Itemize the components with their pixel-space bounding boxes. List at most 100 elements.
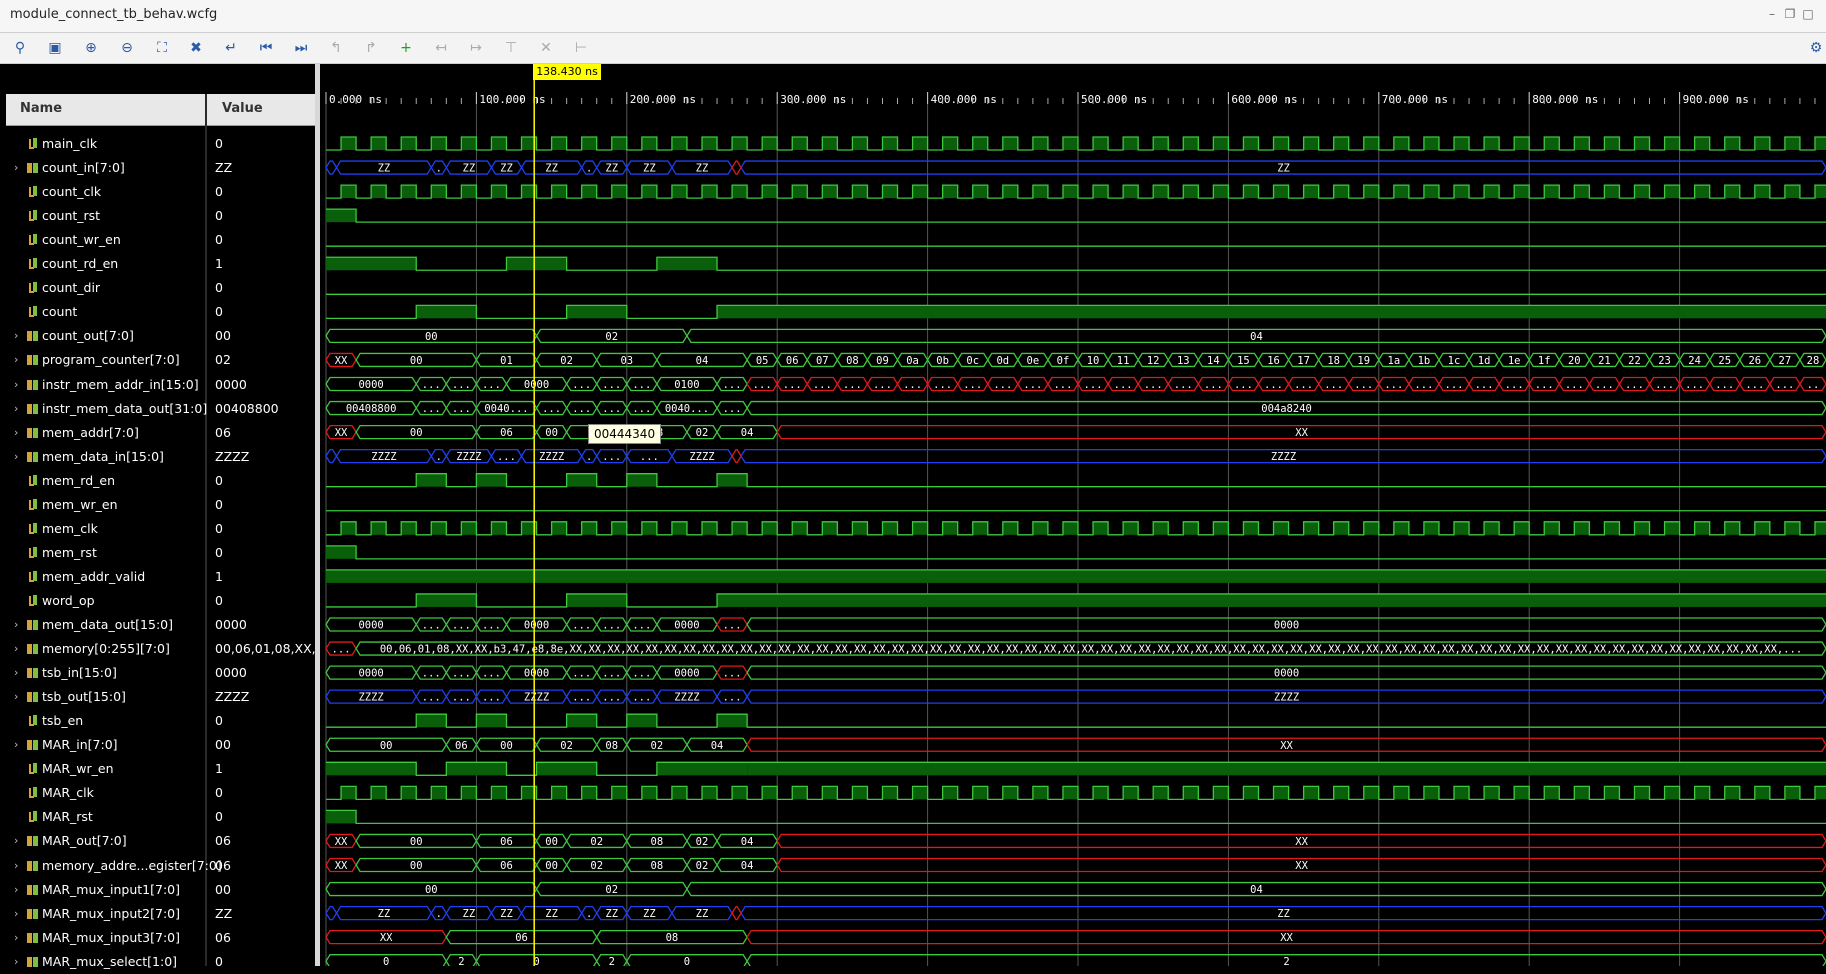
expand-arrow-icon[interactable]: › — [14, 859, 18, 872]
expand-arrow-icon[interactable]: › — [14, 450, 18, 463]
waveform-high-fill — [611, 786, 627, 800]
marker-range-icon[interactable]: ⊢ — [571, 38, 591, 58]
go-to-end-icon[interactable]: ⏭ — [291, 38, 311, 58]
zoom-out-icon[interactable]: ⊖ — [117, 38, 137, 58]
signal-row[interactable]: › MAR_in[7:0] 00 — [0, 733, 315, 757]
bus-value-label: 15 — [1237, 355, 1250, 367]
signal-row[interactable]: main_clk 0 — [0, 132, 315, 156]
signal-row[interactable]: › mem_data_in[15:0] ZZZZ — [0, 445, 315, 469]
expand-arrow-icon[interactable]: › — [14, 353, 18, 366]
maximize-icon[interactable]: □ — [1800, 6, 1816, 22]
expand-arrow-icon[interactable]: › — [14, 426, 18, 439]
bus-value-label: ... — [632, 379, 651, 391]
waveform-svg[interactable]: 0.000 ns 100.000 ns 200.000 ns 300.000 ns 40… — [320, 64, 1826, 969]
expand-arrow-icon[interactable]: › — [14, 402, 18, 415]
signal-row[interactable]: › tsb_in[15:0] 0000 — [0, 661, 315, 685]
restore-icon[interactable]: ❐ — [1782, 6, 1798, 22]
swap-cursors-icon[interactable]: ✖ — [186, 38, 206, 58]
signal-row[interactable]: › MAR_out[7:0] 06 — [0, 829, 315, 853]
expand-arrow-icon[interactable]: › — [14, 666, 18, 679]
marker-icon[interactable]: ⊤ — [501, 38, 521, 58]
name-column-header[interactable]: Name — [20, 101, 62, 116]
go-to-start-icon[interactable]: ⏮ — [256, 38, 276, 58]
expand-arrow-icon[interactable]: › — [14, 907, 18, 920]
waveform-high-fill — [1574, 521, 1590, 535]
signal-value: 06 — [215, 857, 231, 873]
signal-row[interactable]: mem_addr_valid 1 — [0, 565, 315, 589]
expand-arrow-icon[interactable]: › — [14, 738, 18, 751]
signal-row[interactable]: › MAR_mux_input1[7:0] 00 — [0, 878, 315, 902]
waveform-high-fill — [1814, 137, 1826, 150]
expand-arrow-icon[interactable]: › — [14, 690, 18, 703]
expand-arrow-icon[interactable]: › — [14, 883, 18, 896]
signal-row[interactable]: MAR_wr_en 1 — [0, 757, 315, 781]
bus-value-label: 06 — [455, 740, 468, 752]
signal-row[interactable]: › memory[0:255][7:0] 00,06,01,08,XX,XX, — [0, 637, 315, 661]
search-icon[interactable]: ⚲ — [10, 38, 30, 58]
waveform-high-fill — [1514, 137, 1530, 150]
expand-arrow-icon[interactable]: › — [14, 642, 18, 655]
signal-row[interactable]: › tsb_out[15:0] ZZZZ — [0, 685, 315, 709]
minimize-icon[interactable]: – — [1764, 6, 1780, 22]
bus-value-label: ... — [572, 620, 591, 632]
signal-row[interactable]: mem_wr_en 0 — [0, 493, 315, 517]
signal-row[interactable]: › instr_mem_addr_in[15:0] 0000 — [0, 373, 315, 397]
bus-value-label: 02 — [605, 884, 618, 896]
signal-row[interactable]: › MAR_mux_input2[7:0] ZZ — [0, 902, 315, 926]
zoom-in-icon[interactable]: ⊕ — [81, 38, 101, 58]
waveform-high-fill — [491, 137, 507, 150]
delete-marker-icon[interactable]: ✕ — [536, 38, 556, 58]
signal-row[interactable]: › MAR_mux_select[1:0] 0 — [0, 950, 315, 974]
signal-row[interactable]: mem_rst 0 — [0, 541, 315, 565]
go-to-cursor-icon[interactable]: ↵ — [221, 38, 241, 58]
waveform-high-fill — [1604, 521, 1620, 535]
bus-value-label: ... — [783, 379, 802, 391]
signal-row[interactable]: mem_clk 0 — [0, 517, 315, 541]
signal-row[interactable]: › MAR_mux_input3[7:0] 06 — [0, 926, 315, 950]
bus-value-label: 0f — [1057, 355, 1070, 367]
next-marker-icon[interactable]: ↦ — [466, 38, 486, 58]
signal-row[interactable]: count_clk 0 — [0, 180, 315, 204]
add-marker-icon[interactable]: + — [396, 38, 416, 58]
signal-row[interactable]: MAR_rst 0 — [0, 805, 315, 829]
signal-row[interactable]: › mem_addr[7:0] 06 — [0, 421, 315, 445]
expand-arrow-icon[interactable]: › — [14, 931, 18, 944]
bus-value-label: ... — [422, 692, 441, 704]
cursor-time-label[interactable]: 138.430 ns — [533, 64, 601, 80]
waveform-high-fill — [822, 185, 838, 199]
signal-value: 1 — [215, 761, 223, 777]
signal-row[interactable]: › count_in[7:0] ZZ — [0, 156, 315, 180]
signal-row[interactable]: count_wr_en 0 — [0, 228, 315, 252]
expand-arrow-icon[interactable]: › — [14, 378, 18, 391]
expand-arrow-icon[interactable]: › — [14, 329, 18, 342]
signal-row[interactable]: mem_rd_en 0 — [0, 469, 315, 493]
signal-row[interactable]: tsb_en 0 — [0, 709, 315, 733]
previous-marker-icon[interactable]: ↤ — [431, 38, 451, 58]
bit-signal-icon — [27, 811, 38, 823]
signal-row[interactable]: count_rst 0 — [0, 204, 315, 228]
signal-row[interactable]: word_op 0 — [0, 589, 315, 613]
value-column-header[interactable]: Value — [222, 101, 263, 116]
expand-arrow-icon[interactable]: › — [14, 618, 18, 631]
waveform-canvas[interactable]: 0.000 ns 100.000 ns 200.000 ns 300.000 ns 40… — [320, 64, 1826, 969]
next-transition-icon[interactable]: ↱ — [361, 38, 381, 58]
save-icon[interactable]: ▣ — [45, 38, 65, 58]
signal-row[interactable]: › instr_mem_data_out[31:0] 00408800 — [0, 397, 315, 421]
previous-transition-icon[interactable]: ↰ — [326, 38, 346, 58]
signal-row[interactable]: count_rd_en 1 — [0, 252, 315, 276]
settings-icon[interactable]: ⚙ — [1806, 38, 1826, 58]
signal-row[interactable]: › count_out[7:0] 00 — [0, 324, 315, 348]
waveform-high-fill — [912, 786, 928, 800]
signal-row[interactable]: › memory_addre...egister[7:0] 06 — [0, 854, 315, 878]
zoom-fit-icon[interactable]: ⛶ — [152, 38, 172, 58]
expand-arrow-icon[interactable]: › — [14, 161, 18, 174]
signal-row[interactable]: count_dir 0 — [0, 276, 315, 300]
signal-row[interactable]: count 0 — [0, 300, 315, 324]
signal-row[interactable]: MAR_clk 0 — [0, 781, 315, 805]
waveform-high-fill — [972, 137, 988, 150]
expand-arrow-icon[interactable]: › — [14, 834, 18, 847]
signal-row[interactable]: › mem_data_out[15:0] 0000 — [0, 613, 315, 637]
waveform-high-fill — [671, 521, 687, 535]
signal-row[interactable]: › program_counter[7:0] 02 — [0, 348, 315, 372]
waveform-high-fill — [1153, 137, 1169, 150]
